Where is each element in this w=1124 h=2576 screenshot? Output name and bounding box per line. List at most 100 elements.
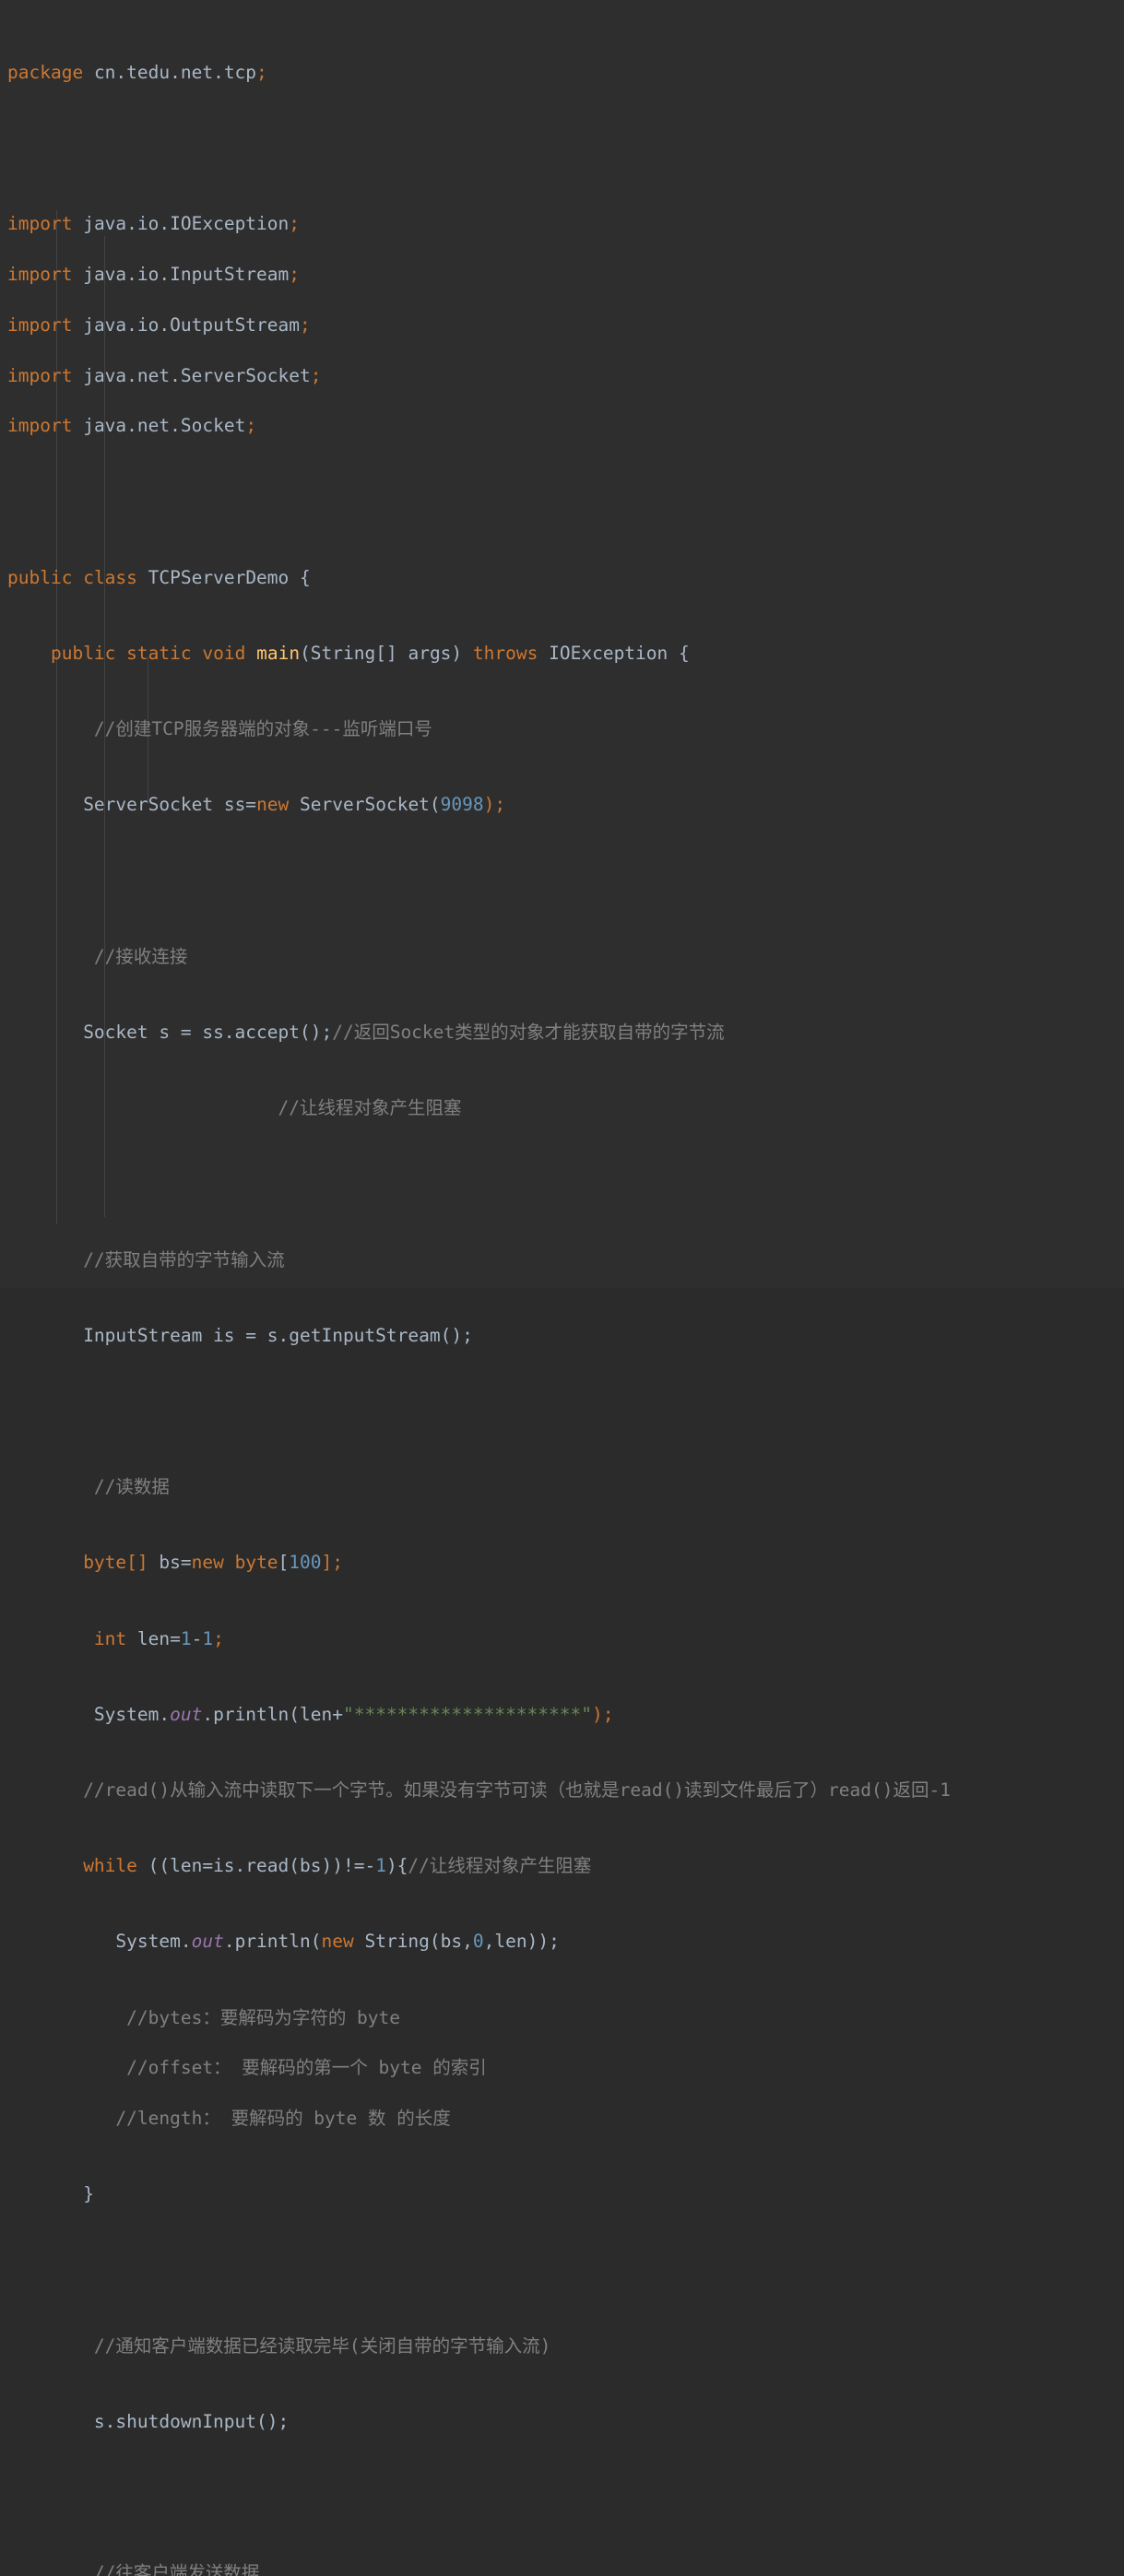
comment-text: //创建TCP服务器端的对象---监听端口号: [93, 718, 432, 740]
code-line-close-brace-while: }: [7, 2181, 1124, 2206]
code-line-comment-send-to-client: //往客户端发送数据: [7, 2560, 1124, 2576]
code-line-main-decl: public static void main(String[] args) t…: [7, 641, 1124, 666]
constructor-call: ServerSocket(: [300, 794, 441, 816]
line-tail: ];: [321, 1552, 344, 1574]
code-line-comment-length: //length： 要解码的 byte 数 的长度: [7, 2106, 1124, 2131]
minus-operator: -: [191, 1627, 203, 1649]
throws-type: IOException: [549, 643, 668, 665]
open-brace: {: [300, 566, 311, 588]
type-name: ServerSocket: [83, 794, 214, 816]
import-keyword: import: [7, 313, 73, 336]
close-brace: }: [83, 2183, 94, 2205]
package-name: cn.tedu.net.tcp: [93, 61, 257, 83]
semicolon: ;: [300, 313, 311, 336]
new-keyword: new: [321, 1931, 354, 1953]
bracket-open: [: [278, 1552, 290, 1574]
system-prefix: System.: [115, 1931, 192, 1953]
string-constructor: String(bs,: [353, 1931, 473, 1953]
open-brace: {: [679, 643, 690, 665]
code-line-println-stars: System.out.println(len+"****************…: [7, 1702, 1124, 1727]
comment-text: //length： 要解码的 byte 数 的长度: [115, 2108, 451, 2130]
comment-text: //接收连接: [93, 945, 188, 967]
println-call: .println(: [223, 1931, 322, 1953]
code-line-comment-notify-read-done: //通知客户端数据已经读取完毕(关闭自带的字节输入流): [7, 2334, 1124, 2358]
code-line-import-1: import java.io.InputStream;: [7, 262, 1124, 287]
minus-operator: -: [364, 1855, 376, 1877]
semicolon: ;: [213, 1627, 224, 1649]
code-line-while: while ((len=is.read(bs))!=-1){//让线程对象产生阻…: [7, 1853, 1124, 1878]
out-field: out: [170, 1703, 203, 1725]
import-path: java.io.IOException: [83, 213, 290, 235]
code-line-import-2: import java.io.OutputStream;: [7, 313, 1124, 337]
code-line-server-socket: ServerSocket ss=new ServerSocket(9098);: [7, 792, 1124, 817]
while-keyword: while: [83, 1855, 137, 1877]
comment-text: //让线程对象产生阻塞: [278, 1097, 462, 1119]
code-line-socket-accept: Socket s = ss.accept();//返回Socket类型的对象才能…: [7, 1020, 1124, 1045]
string-literal: "*********************": [342, 1703, 592, 1725]
void-keyword: void: [202, 643, 246, 665]
line-tail: );: [592, 1703, 614, 1725]
variable-assign: bs=: [148, 1552, 192, 1574]
code-line-comment-create-server: //创建TCP服务器端的对象---监听端口号: [7, 716, 1124, 741]
semicolon: ;: [256, 61, 267, 83]
code-line-import-3: import java.net.ServerSocket;: [7, 363, 1124, 388]
comment-text: //获取自带的字节输入流: [83, 1248, 285, 1270]
public-keyword: public: [7, 566, 73, 588]
new-keyword: new: [191, 1552, 224, 1574]
import-keyword: import: [7, 415, 73, 437]
code-line-shutdown-input: s.shutdownInput();: [7, 2409, 1124, 2434]
int-keyword: int: [93, 1627, 127, 1649]
shutdown-input-code: s.shutdownInput();: [93, 2411, 290, 2433]
code-line-comment-offset: //offset： 要解码的第一个 byte 的索引: [7, 2055, 1124, 2080]
comment-text: //读数据: [93, 1476, 170, 1498]
throws-keyword: throws: [472, 643, 538, 665]
new-keyword: new: [256, 794, 290, 816]
code-line-comment-accept: //接收连接: [7, 944, 1124, 969]
code-line-package: package cn.tedu.net.tcp;: [7, 60, 1124, 85]
import-keyword: import: [7, 364, 73, 386]
number: 1: [202, 1627, 214, 1649]
class-name: TCPServerDemo: [148, 566, 290, 588]
comment-text: //通知客户端数据已经读取完毕(关闭自带的字节输入流): [93, 2334, 551, 2357]
line-tail: );: [483, 794, 506, 816]
code-line-byte-array: byte[] bs=new byte[100];: [7, 1550, 1124, 1575]
out-field: out: [191, 1931, 224, 1953]
code-content[interactable]: package cn.tedu.net.tcp; import java.io.…: [0, 9, 1124, 2576]
comment-text: //往客户端发送数据: [93, 2562, 260, 2576]
main-method-name: main: [256, 643, 301, 665]
code-line-println-string: System.out.println(new String(bs,0,len))…: [7, 1929, 1124, 1954]
number: 0: [472, 1931, 484, 1953]
variable-assign: len=: [126, 1627, 181, 1649]
main-params: (String[] args): [300, 643, 463, 665]
package-keyword: package: [7, 61, 84, 83]
import-path: java.io.OutputStream: [83, 313, 301, 336]
class-keyword: class: [83, 566, 137, 588]
public-keyword: public: [50, 643, 116, 665]
socket-accept-code: Socket s = ss.accept();: [83, 1022, 333, 1044]
while-condition-tail: ){: [385, 1855, 408, 1877]
array-size: 100: [289, 1552, 322, 1574]
line-tail: ,len));: [483, 1931, 560, 1953]
comment-text: //bytes：要解码为字符的 byte: [126, 2006, 401, 2028]
byte-type-keyword: byte: [223, 1552, 278, 1574]
system-prefix: System.: [93, 1703, 171, 1725]
import-path: java.net.ServerSocket: [83, 364, 311, 386]
code-line-comment-get-input-stream: //获取自带的字节输入流: [7, 1247, 1124, 1272]
import-path: java.io.InputStream: [83, 264, 290, 286]
code-line-comment-read-data: //读数据: [7, 1474, 1124, 1499]
code-line-import-4: import java.net.Socket;: [7, 413, 1124, 438]
input-stream-code: InputStream is = s.getInputStream();: [83, 1324, 473, 1346]
code-line-input-stream: InputStream is = s.getInputStream();: [7, 1323, 1124, 1348]
println-call: .println(len+: [202, 1703, 343, 1725]
code-line-comment-block-thread: //让线程对象产生阻塞: [7, 1095, 1124, 1120]
code-editor[interactable]: package cn.tedu.net.tcp; import java.io.…: [0, 0, 1124, 2576]
code-line-import-0: import java.io.IOException;: [7, 211, 1124, 236]
trailing-comment: //让线程对象产生阻塞: [408, 1855, 592, 1877]
number: 1: [375, 1855, 386, 1877]
static-keyword: static: [126, 643, 192, 665]
